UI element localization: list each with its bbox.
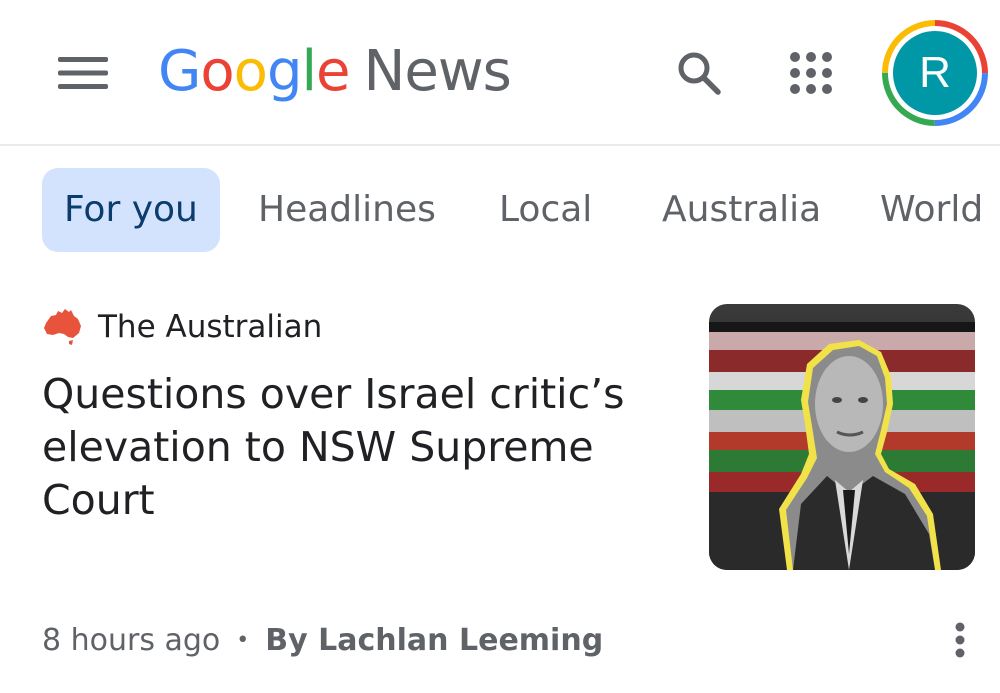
tab-world[interactable]: World	[880, 168, 983, 252]
article-thumbnail[interactable]	[709, 304, 975, 570]
logo-letter: o	[233, 39, 268, 104]
account-avatar-button[interactable]: R	[880, 18, 990, 128]
article-time: 8 hours ago	[42, 622, 221, 658]
apps-button[interactable]	[780, 42, 842, 104]
more-vertical-icon	[955, 622, 965, 658]
source-name: The Australian	[98, 309, 323, 345]
australia-map-icon	[44, 309, 81, 345]
menu-button[interactable]	[52, 47, 114, 99]
article-author: By Lachlan Leeming	[265, 622, 604, 658]
tab-local[interactable]: Local	[499, 168, 592, 252]
logo-letter: l	[301, 39, 317, 104]
tab-australia[interactable]: Australia	[662, 168, 821, 252]
tab-headlines[interactable]: Headlines	[258, 168, 436, 252]
logo-letter: g	[266, 39, 303, 104]
meta-separator: •	[236, 627, 250, 653]
article-headline[interactable]: Questions over Israel critic’s elevation…	[42, 368, 662, 527]
logo-letter: e	[316, 39, 350, 104]
google-wordmark: Google	[158, 38, 351, 104]
article-meta: 8 hours ago • By Lachlan Leeming	[42, 614, 603, 666]
article-image	[709, 304, 975, 570]
article-more-button[interactable]	[938, 614, 982, 666]
article-source[interactable]: The Australian	[42, 302, 322, 352]
avatar: R	[893, 31, 977, 115]
news-wordmark: News	[363, 39, 512, 104]
logo-letter: o	[200, 39, 234, 104]
google-news-logo[interactable]: Google News	[158, 38, 512, 108]
logo-letter: G	[158, 39, 201, 104]
menu-icon	[58, 57, 108, 89]
apps-grid-icon	[790, 52, 832, 94]
tab-for-you[interactable]: For you	[42, 168, 220, 252]
search-button[interactable]	[668, 42, 730, 104]
top-app-bar: Google News R	[0, 0, 1000, 146]
search-icon	[678, 52, 721, 95]
section-tabs: For you Headlines Local Australia World	[0, 166, 1000, 254]
